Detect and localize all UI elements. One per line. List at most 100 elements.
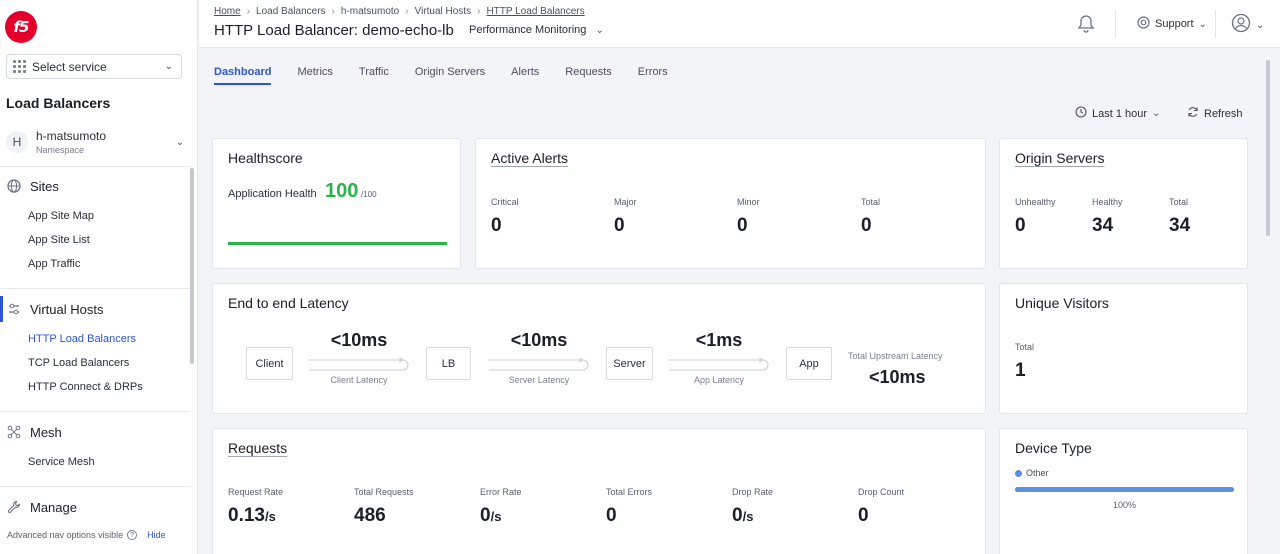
metric-label: Drop Count bbox=[858, 487, 905, 497]
mesh-label: Mesh bbox=[30, 424, 62, 440]
chevron-right-icon: › bbox=[331, 6, 335, 17]
device-type-card: Device Type Other 100% bbox=[999, 428, 1248, 554]
hide-link[interactable]: Hide bbox=[147, 530, 166, 540]
refresh-icon bbox=[1187, 106, 1199, 121]
legend-label: Other bbox=[1026, 468, 1049, 478]
latency-label: Server Latency bbox=[508, 375, 570, 385]
sidebar-item-tcp-load-balancers[interactable]: TCP Load Balancers bbox=[28, 357, 129, 369]
sidebar-section-manage[interactable]: Manage bbox=[6, 499, 77, 515]
sidebar-item-http-load-balancers[interactable]: HTTP Load Balancers bbox=[28, 333, 136, 345]
breadcrumb-virtual-hosts[interactable]: Virtual Hosts bbox=[415, 6, 472, 17]
metric-label: Critical bbox=[491, 197, 519, 207]
breadcrumb-namespace[interactable]: h-matsumoto bbox=[341, 6, 399, 17]
f5-logo[interactable]: f5 bbox=[5, 11, 37, 43]
namespace-avatar: H bbox=[6, 131, 28, 153]
metric-value: 34 bbox=[1169, 215, 1191, 236]
sidebar: f5 Select service ⌄ Load Balancers H h-m… bbox=[0, 0, 198, 554]
sidebar-item-app-site-list[interactable]: App Site List bbox=[28, 234, 90, 246]
tab-metrics[interactable]: Metrics bbox=[297, 66, 332, 85]
user-icon bbox=[1231, 13, 1251, 38]
help-icon[interactable]: ? bbox=[127, 530, 138, 540]
sidebar-item-http-connect-drps[interactable]: HTTP Connect & DRPs bbox=[28, 381, 143, 393]
latency-arrow bbox=[489, 358, 589, 371]
tab-dashboard[interactable]: Dashboard bbox=[214, 66, 272, 85]
breadcrumb-load-balancers[interactable]: Load Balancers bbox=[256, 6, 326, 17]
device-type-title: Device Type bbox=[1015, 440, 1092, 456]
breadcrumb-http-load-balancers[interactable]: HTTP Load Balancers bbox=[486, 6, 584, 17]
header-divider bbox=[1215, 10, 1216, 38]
tab-alerts[interactable]: Alerts bbox=[511, 66, 539, 85]
sidebar-item-app-traffic[interactable]: App Traffic bbox=[28, 258, 80, 270]
tab-bar: Dashboard Metrics Traffic Origin Servers… bbox=[214, 66, 694, 85]
chevron-down-icon: ⌄ bbox=[164, 61, 173, 72]
origin-unhealthy: Unhealthy 0 bbox=[1015, 197, 1056, 237]
unique-visitors-title: Unique Visitors bbox=[1015, 295, 1109, 311]
view-select[interactable]: Performance Monitoring ⌄ bbox=[469, 24, 604, 36]
health-value: 100 bbox=[325, 180, 359, 202]
refresh-button[interactable]: Refresh bbox=[1187, 106, 1243, 121]
sidebar-section-virtual-hosts[interactable]: Virtual Hosts bbox=[6, 301, 103, 317]
user-menu[interactable]: ⌄ bbox=[1231, 13, 1264, 38]
latency-node-server: Server bbox=[606, 347, 653, 380]
sidebar-scrollbar[interactable] bbox=[190, 168, 194, 364]
metric-value: 0 bbox=[858, 505, 869, 526]
active-alerts-title[interactable]: Active Alerts bbox=[491, 150, 568, 166]
metric-value: 0 bbox=[737, 215, 748, 236]
sidebar-footer: Advanced nav options visible ? Hide bbox=[7, 530, 166, 540]
namespace-selector[interactable]: H h-matsumoto Namespace ⌄ bbox=[6, 125, 192, 159]
sidebar-section-mesh[interactable]: Mesh bbox=[6, 424, 62, 440]
sidebar-section-sites[interactable]: Sites bbox=[6, 178, 59, 194]
requests-card: Requests Request Rate 0.13/s Total Reque… bbox=[212, 428, 986, 554]
chevron-right-icon: › bbox=[477, 6, 481, 17]
drop-rate: Drop Rate 0/s bbox=[732, 487, 773, 527]
metric-label: Major bbox=[614, 197, 637, 207]
time-range-label: Last 1 hour bbox=[1092, 107, 1148, 120]
globe-icon bbox=[6, 178, 22, 194]
sidebar-item-app-site-map[interactable]: App Site Map bbox=[28, 210, 94, 222]
namespace-name: h-matsumoto bbox=[36, 129, 107, 143]
tab-requests[interactable]: Requests bbox=[565, 66, 611, 85]
visitors-total: Total 1 bbox=[1015, 342, 1034, 382]
tab-origin-servers[interactable]: Origin Servers bbox=[415, 66, 485, 85]
main-scrollbar[interactable] bbox=[1266, 60, 1270, 236]
device-bar-fill[interactable] bbox=[1015, 487, 1234, 492]
tab-traffic[interactable]: Traffic bbox=[359, 66, 389, 85]
metric-value: 0 bbox=[614, 215, 625, 236]
origin-servers-title[interactable]: Origin Servers bbox=[1015, 150, 1104, 166]
latency-arrow bbox=[309, 358, 409, 371]
metric-value: 0 bbox=[861, 215, 872, 236]
metric-value: 0 bbox=[1015, 215, 1026, 236]
metric-value: 0/s bbox=[480, 505, 502, 526]
support-icon bbox=[1137, 16, 1150, 32]
tab-errors[interactable]: Errors bbox=[638, 66, 668, 85]
metric-value: 0 bbox=[606, 505, 617, 526]
health-bar bbox=[228, 242, 447, 245]
apps-grid-icon bbox=[13, 60, 26, 73]
breadcrumb-home[interactable]: Home bbox=[214, 6, 241, 17]
metric-value: 0.13/s bbox=[228, 505, 276, 526]
latency-title: End to end Latency bbox=[228, 295, 349, 311]
chevron-right-icon: › bbox=[246, 6, 251, 17]
latency-value: <10ms bbox=[330, 330, 388, 350]
metric-label: Total bbox=[1015, 342, 1035, 352]
wrench-icon bbox=[6, 499, 22, 515]
service-select[interactable]: Select service ⌄ bbox=[6, 54, 182, 79]
header-divider bbox=[1115, 10, 1116, 38]
chevron-down-icon: ⌄ bbox=[1256, 20, 1265, 31]
time-range-select[interactable]: Last 1 hour ⌄ bbox=[1075, 106, 1160, 121]
sidebar-item-service-mesh[interactable]: Service Mesh bbox=[28, 456, 95, 468]
total-errors: Total Errors 0 bbox=[606, 487, 652, 527]
manage-label: Manage bbox=[30, 499, 77, 515]
divider bbox=[0, 486, 190, 487]
namespace-label: Namespace bbox=[36, 145, 85, 155]
breadcrumb: Home › Load Balancers › h-matsumoto › Vi… bbox=[214, 6, 585, 17]
device-percent: 100% bbox=[1112, 500, 1137, 510]
metric-value: 0 bbox=[491, 215, 502, 236]
bell-icon[interactable] bbox=[1077, 14, 1097, 34]
support-menu[interactable]: Support ⌄ bbox=[1137, 16, 1207, 32]
divider bbox=[0, 288, 190, 289]
requests-title[interactable]: Requests bbox=[228, 440, 287, 456]
latency-node-client: Client bbox=[246, 347, 293, 380]
active-alerts-card: Active Alerts Critical 0 Major 0 Minor 0… bbox=[475, 138, 986, 269]
latency-node-app: App bbox=[786, 347, 832, 380]
